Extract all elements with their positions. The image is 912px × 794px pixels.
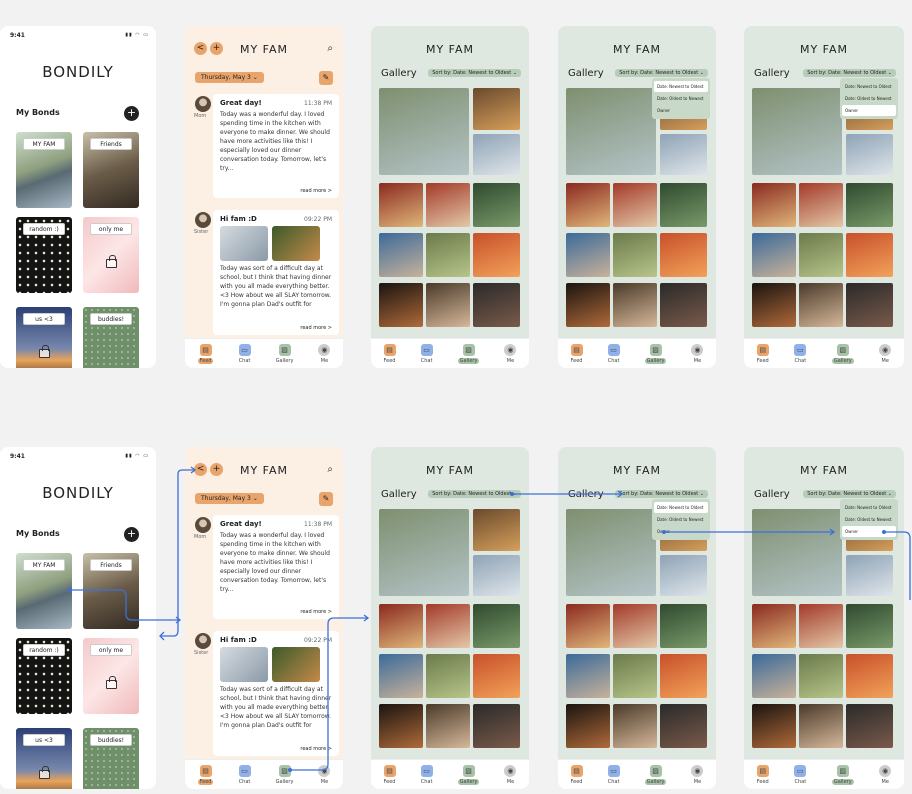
arrow-origin [288, 768, 292, 772]
flow-arrow [160, 469, 195, 637]
prototype-canvas: 9:41 ▮▮ ◠ ▭ BONDILY My Bonds + MY FAM Friends r… [0, 0, 912, 794]
arrow-origin [68, 588, 72, 592]
flow-arrow [70, 589, 180, 621]
arrow-origin [662, 530, 666, 534]
flow-arrow [290, 617, 368, 771]
arrow-origin [510, 492, 514, 496]
arrow-origin [882, 530, 886, 534]
flow-arrows [68, 466, 911, 772]
flow-arrow [884, 531, 911, 600]
